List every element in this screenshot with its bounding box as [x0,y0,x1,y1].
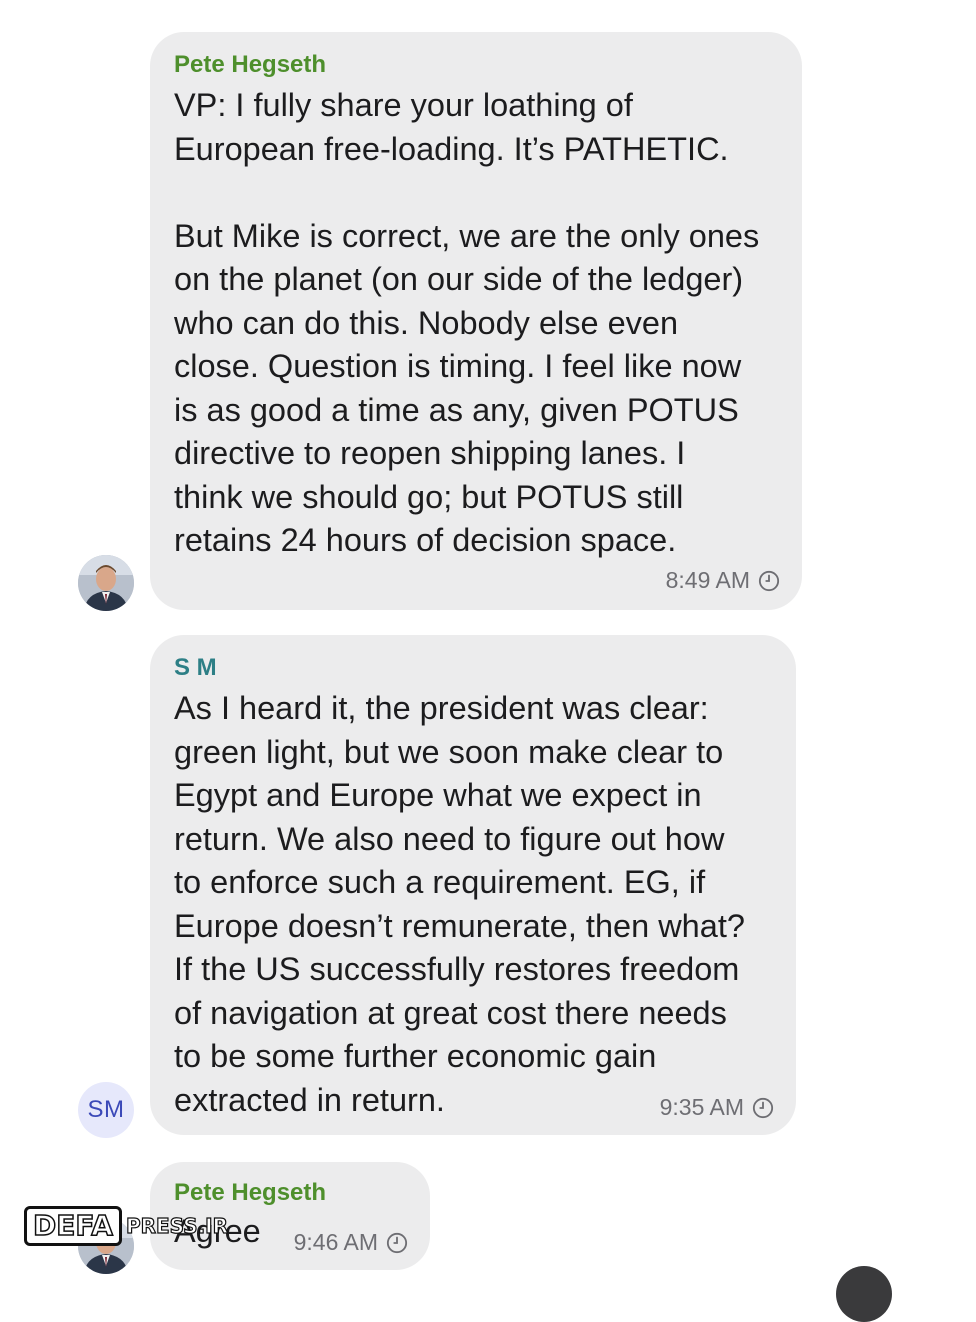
watermark-site: PRESS.IR [125,1213,229,1238]
message-bubble[interactable]: Pete Hegseth VP: I fully share your loat… [150,32,802,610]
avatar[interactable] [78,555,134,611]
message-time: 9:35 AM [659,1094,744,1120]
message-meta: 8:49 AM [666,567,780,594]
sender-name: Pete Hegseth [174,51,327,78]
sender-name: Pete Hegseth [174,1179,327,1206]
watermark: DEFA PRESS.IR [24,1206,229,1246]
avatar[interactable]: SM [78,1082,134,1138]
clock-icon [758,570,780,591]
message-meta: 9:46 AM [294,1229,408,1256]
message-time: 8:49 AM [665,567,750,593]
message-meta: 9:35 AM [660,1094,774,1121]
clock-icon [386,1232,408,1253]
clock-icon [752,1097,774,1118]
user-photo-icon [78,555,134,611]
watermark-logo: DEFA [24,1206,122,1246]
message-time: 9:46 AM [293,1229,378,1255]
avatar-initials: SM [87,1096,125,1123]
message-text: As I heard it, the president was clear: … [174,690,745,1118]
message-bubble[interactable]: S M As I heard it, the president was cle… [150,635,796,1135]
floating-action-button[interactable] [836,1266,892,1322]
message-text: VP: I fully share your loathing of Europ… [174,87,760,558]
sender-name: S M [174,654,217,681]
